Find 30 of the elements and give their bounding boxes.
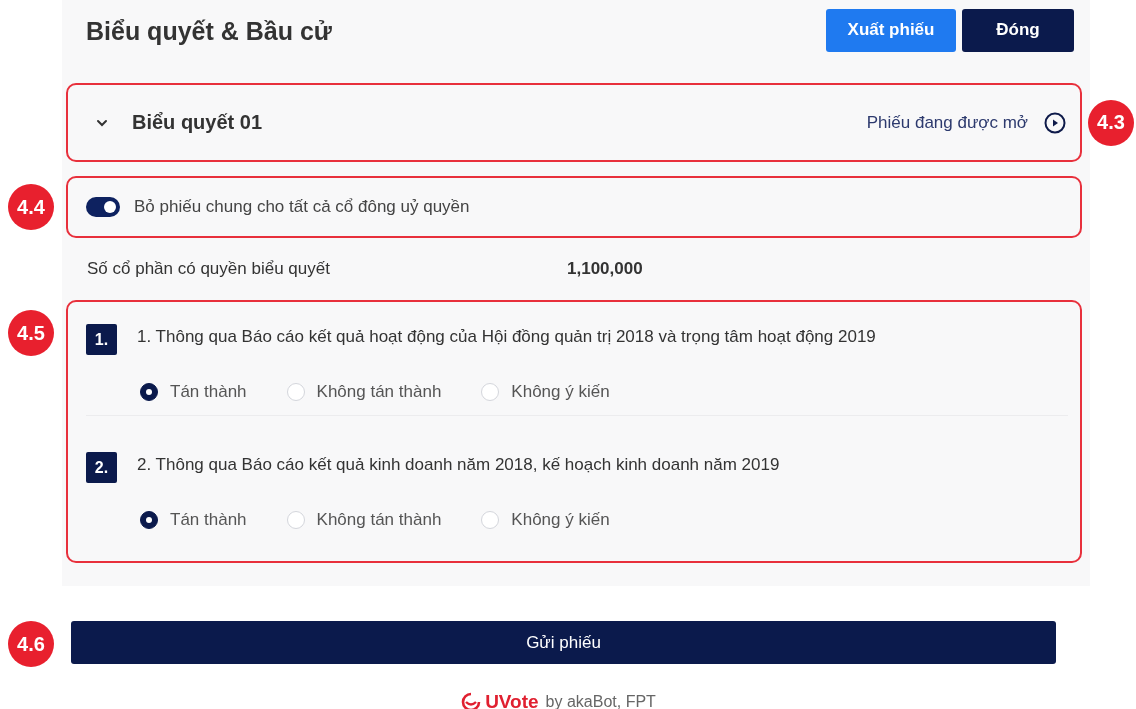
shares-value: 1,100,000 [567, 259, 643, 279]
option-label: Không ý kiến [511, 382, 610, 402]
radio-button[interactable] [140, 383, 158, 401]
toggle-switch[interactable] [86, 197, 120, 217]
header-button[interactable]: Đóng [962, 8, 1074, 52]
question-number: 1. [86, 324, 117, 355]
page-title: Biểu quyết & Bầu cử [86, 16, 332, 46]
submit-button[interactable]: Gửi phiếu [71, 621, 1056, 664]
option-label: Không tán thành [316, 382, 442, 402]
question-number: 2. [86, 452, 117, 483]
callout-badge: 4.6 [8, 621, 54, 667]
callout-badge: 4.4 [8, 184, 54, 230]
callout-badge: 4.3 [1088, 99, 1134, 146]
option-label: Tán thành [170, 510, 247, 530]
toggle-label: Bỏ phiếu chung cho tất cả cổ đông uỷ quyền [134, 197, 470, 217]
radio-button[interactable] [140, 511, 158, 529]
brand-name: UVote [485, 691, 539, 709]
shares-label: Số cổ phần có quyền biểu quyết [87, 259, 331, 279]
question-text: 1. Thông qua Báo cáo kết quả hoạt động của Hội đồng quản trị 2018 và trọng tâm hoạt động 2019 [137, 326, 876, 347]
option-label: Tán thành [170, 382, 247, 402]
header-button[interactable]: Xuất phiếu [826, 8, 956, 52]
callout-badge: 4.5 [8, 310, 54, 356]
ballot-title: Biểu quyết 01 [132, 111, 263, 134]
option-label: Không tán thành [316, 510, 442, 530]
ballot-status: Phiếu đang được mở [866, 112, 1028, 133]
question-text: 2. Thông qua Báo cáo kết quả kinh doanh năm 2018, kế hoạch kinh doanh năm 2019 [137, 454, 780, 475]
chevron-icon[interactable] [96, 118, 108, 127]
logo-icon [460, 692, 483, 709]
play-circle-icon[interactable] [1044, 111, 1066, 134]
option-label: Không ý kiến [511, 510, 610, 530]
